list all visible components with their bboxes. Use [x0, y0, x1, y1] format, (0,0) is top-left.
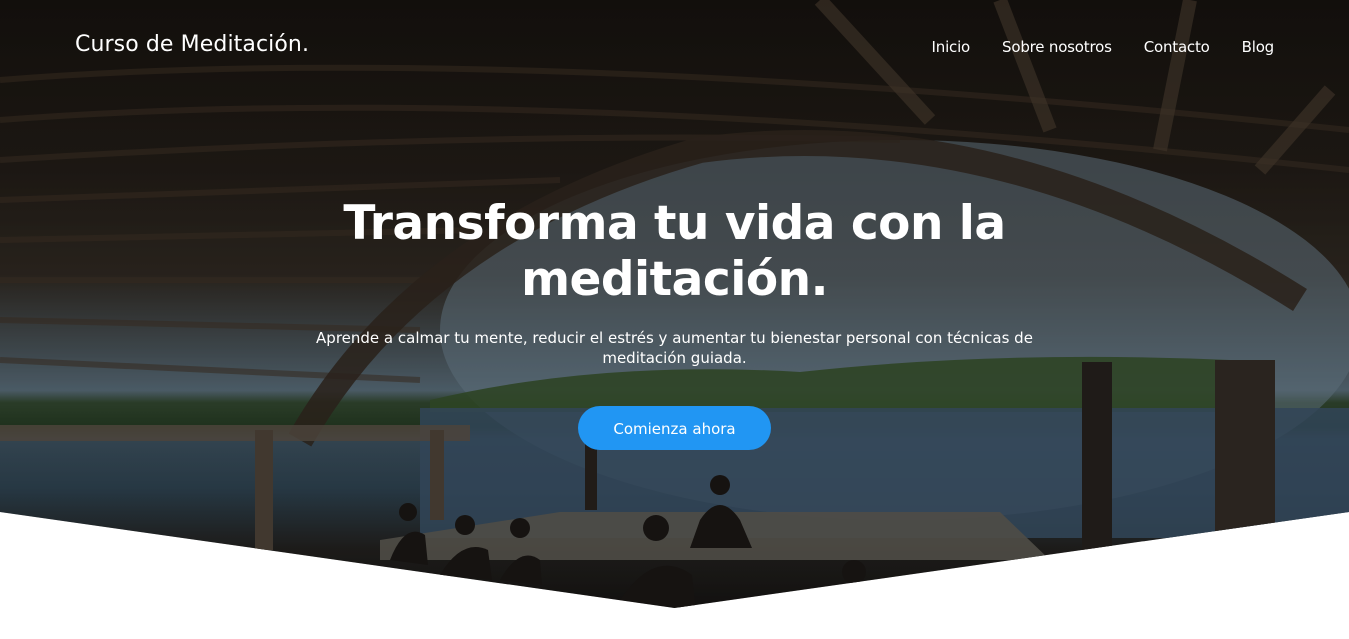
main-nav: Inicio Sobre nosotros Contacto Blog [932, 38, 1275, 56]
start-now-button[interactable]: Comienza ahora [578, 406, 771, 450]
nav-link-sobre-nosotros[interactable]: Sobre nosotros [1002, 38, 1112, 56]
nav-link-inicio[interactable]: Inicio [932, 38, 971, 56]
nav-link-blog[interactable]: Blog [1242, 38, 1275, 56]
top-navbar: Curso de Meditación. Inicio Sobre nosotr… [0, 0, 1349, 96]
hero-headline: Transforma tu vida con la meditación. [343, 196, 1006, 307]
hero-subtitle: Aprende a calmar tu mente, reducir el es… [316, 329, 1033, 367]
hero-section: Curso de Meditación. Inicio Sobre nosotr… [0, 0, 1349, 608]
site-brand[interactable]: Curso de Meditación. [75, 32, 309, 57]
hero-content: Transforma tu vida con la meditación. Ap… [0, 196, 1349, 450]
nav-link-contacto[interactable]: Contacto [1144, 38, 1210, 56]
